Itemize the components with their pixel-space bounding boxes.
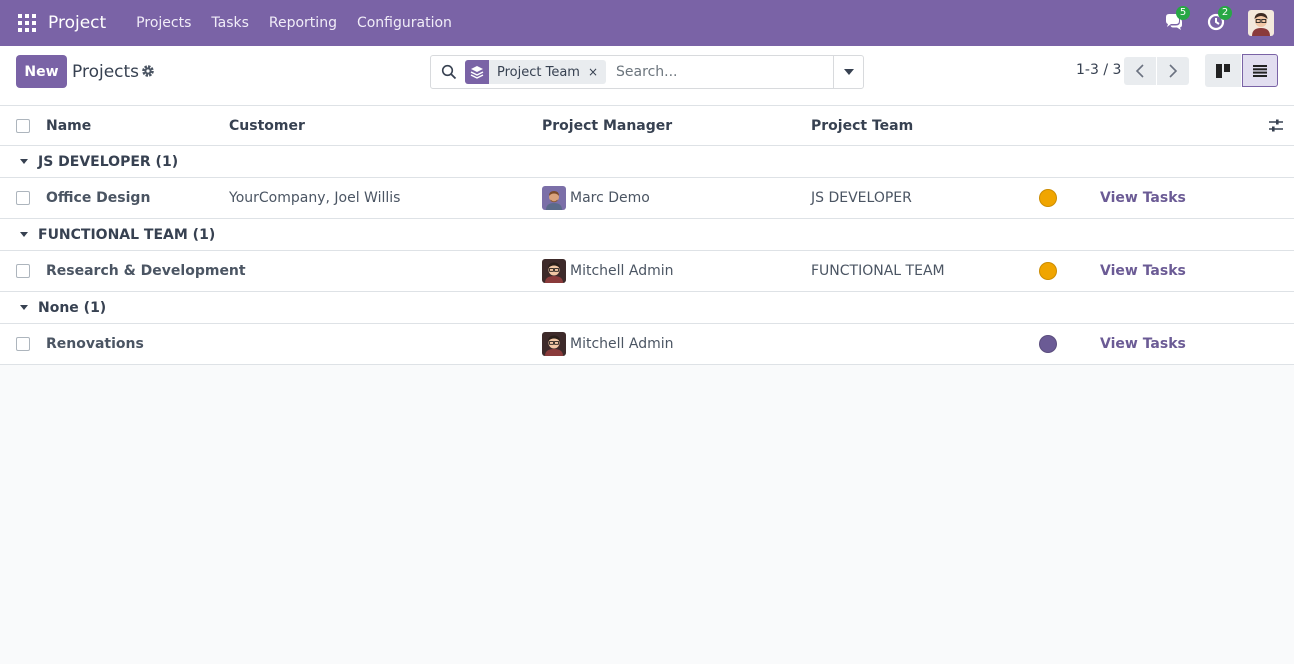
view-tasks-button[interactable]: View Tasks xyxy=(1100,251,1186,291)
column-header-customer[interactable]: Customer xyxy=(229,106,305,145)
activities-button[interactable]: 2 xyxy=(1206,6,1232,34)
project-manager: Mitchell Admin xyxy=(542,324,674,364)
view-tasks-button[interactable]: View Tasks xyxy=(1100,324,1186,364)
pager-previous-button[interactable] xyxy=(1124,57,1156,85)
menu-item-tasks[interactable]: Tasks xyxy=(201,15,259,31)
menu-item-configuration[interactable]: Configuration xyxy=(347,15,462,31)
manager-name: Mitchell Admin xyxy=(570,336,674,352)
project-team: FUNCTIONAL TEAM xyxy=(811,263,945,279)
search-bar: Project Team × xyxy=(430,55,864,89)
messages-button[interactable]: 5 xyxy=(1164,6,1190,34)
caret-down-icon xyxy=(20,305,28,310)
app-title[interactable]: Project xyxy=(48,13,106,33)
color-picker[interactable] xyxy=(1039,189,1057,207)
new-button[interactable]: New xyxy=(16,55,67,88)
activities-count-badge: 2 xyxy=(1218,6,1232,20)
project-name: Office Design xyxy=(46,190,151,206)
marc-demo-avatar xyxy=(542,186,566,210)
search-facet: Project Team × xyxy=(465,60,607,84)
column-header-project-manager[interactable]: Project Manager xyxy=(542,106,672,145)
pager-next-button[interactable] xyxy=(1157,57,1189,85)
group-label: JS DEVELOPER (1) xyxy=(38,154,179,170)
group-label: None (1) xyxy=(38,300,107,316)
color-picker[interactable] xyxy=(1039,335,1057,353)
project-team: JS DEVELOPER xyxy=(811,190,912,206)
menu-item-reporting[interactable]: Reporting xyxy=(259,15,347,31)
list-icon xyxy=(1253,64,1267,77)
table-row[interactable]: Office Design YourCompany, Joel Willis M… xyxy=(0,178,1294,219)
row-checkbox[interactable] xyxy=(16,191,30,205)
caret-down-icon xyxy=(20,232,28,237)
mitchell-admin-avatar xyxy=(542,332,566,356)
view-tasks-button[interactable]: View Tasks xyxy=(1100,178,1186,218)
group-row[interactable]: JS DEVELOPER (1) xyxy=(0,146,1294,178)
mitchell-admin-avatar xyxy=(542,259,566,283)
pager-value[interactable]: 1-3 / 3 xyxy=(1076,62,1121,78)
facet-remove-icon[interactable]: × xyxy=(588,65,606,79)
main-menu: Projects Tasks Reporting Configuration xyxy=(126,15,462,31)
gear-icon[interactable] xyxy=(140,63,156,79)
search-options-toggle[interactable] xyxy=(833,56,863,88)
color-picker[interactable] xyxy=(1039,262,1057,280)
manager-name: Mitchell Admin xyxy=(570,263,674,279)
group-row[interactable]: None (1) xyxy=(0,292,1294,324)
customer-name: YourCompany, Joel Willis xyxy=(229,190,401,206)
control-panel: New Projects Project Team × Search... 1-… xyxy=(0,46,1294,106)
column-header-name[interactable]: Name xyxy=(46,106,91,145)
projects-list: Name Customer Project Manager Project Te… xyxy=(0,106,1294,365)
project-name: Renovations xyxy=(46,336,144,352)
layers-icon xyxy=(465,60,489,84)
chevron-left-icon xyxy=(1135,64,1144,78)
facet-label: Project Team xyxy=(497,64,580,80)
manager-name: Marc Demo xyxy=(570,190,650,206)
select-all-checkbox[interactable] xyxy=(16,118,30,133)
caret-down-icon xyxy=(843,69,854,75)
top-navbar: Project Projects Tasks Reporting Configu… xyxy=(0,0,1294,46)
kanban-icon xyxy=(1216,63,1230,78)
table-header: Name Customer Project Manager Project Te… xyxy=(0,106,1294,146)
search-input[interactable] xyxy=(616,60,837,84)
optional-columns-icon[interactable] xyxy=(1268,118,1284,134)
row-checkbox[interactable] xyxy=(16,264,30,278)
column-header-project-team[interactable]: Project Team xyxy=(811,106,913,145)
group-label: FUNCTIONAL TEAM (1) xyxy=(38,227,216,243)
caret-down-icon xyxy=(20,159,28,164)
kanban-view-button[interactable] xyxy=(1205,54,1241,87)
search-icon[interactable] xyxy=(441,64,457,80)
chevron-right-icon xyxy=(1169,64,1178,78)
project-name: Research & Development xyxy=(46,263,246,279)
apps-menu-icon[interactable] xyxy=(18,14,36,32)
row-checkbox[interactable] xyxy=(16,337,30,351)
group-row[interactable]: FUNCTIONAL TEAM (1) xyxy=(0,219,1294,251)
list-view-button[interactable] xyxy=(1242,54,1278,87)
table-row[interactable]: Renovations Mitchell Admin View Tasks xyxy=(0,324,1294,365)
project-manager: Marc Demo xyxy=(542,178,650,218)
messages-count-badge: 5 xyxy=(1176,6,1190,20)
user-avatar[interactable] xyxy=(1248,10,1274,36)
menu-item-projects[interactable]: Projects xyxy=(126,15,201,31)
project-manager: Mitchell Admin xyxy=(542,251,674,291)
page-title: Projects xyxy=(72,62,140,82)
table-row[interactable]: Research & Development Mitchell Admin FU… xyxy=(0,251,1294,292)
